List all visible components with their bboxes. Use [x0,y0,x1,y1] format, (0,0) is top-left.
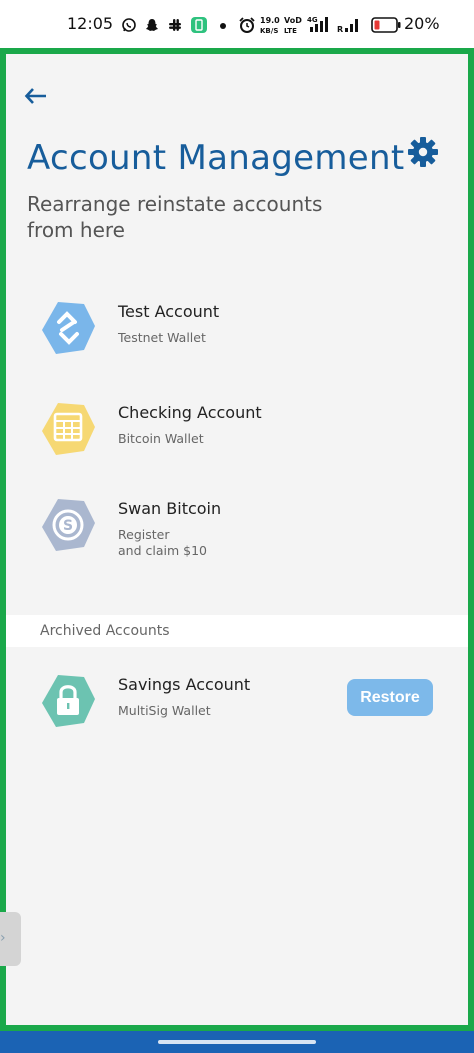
lock-icon [42,675,95,727]
account-name: Checking Account [118,403,262,422]
account-type: MultiSig Wallet [118,703,211,718]
account-name: Swan Bitcoin [118,499,222,518]
alarm-icon [239,17,255,33]
page-title: Account Management [27,138,405,178]
slack-icon [169,19,181,31]
account-name: Savings Account [118,675,251,694]
gesture-handle[interactable] [158,1040,316,1044]
test-wallet-icon [42,302,95,354]
battery-percent: 20% [404,14,440,33]
svg-text:R: R [337,25,343,33]
svg-text:S: S [63,518,73,534]
signal-icon: 4G [307,16,328,32]
app-icon [191,17,207,33]
roaming-signal-icon: R [337,19,358,33]
account-item-checking[interactable]: Checking Account Bitcoin Wallet [40,401,460,471]
chevron-right-icon: › [0,930,6,946]
arrow-left-icon [24,88,46,104]
back-button[interactable] [24,84,50,108]
snapchat-icon [146,19,158,31]
dot-icon [220,23,226,29]
whatsapp-icon [122,18,136,32]
net-speed-value: 19.0 [260,16,280,25]
volte-top: VoD [284,16,302,25]
settings-button[interactable] [406,135,440,169]
account-type: Register and claim $10 [118,527,207,558]
battery-icon [371,17,401,33]
account-item-test[interactable]: Test Account Testnet Wallet [40,300,460,370]
gear-icon [408,137,438,167]
edge-panel-handle[interactable]: › [0,912,21,966]
account-type: Bitcoin Wallet [118,431,204,446]
archived-section-label: Archived Accounts [40,623,170,639]
account-item-swan[interactable]: S Swan Bitcoin Register and claim $10 [40,497,460,567]
net-speed-unit: KB/S [260,27,279,35]
calculator-icon [42,403,95,455]
page-subtitle: Rearrange reinstate accounts from here [27,192,323,242]
archived-section-header: Archived Accounts [6,615,468,647]
swan-icon: S [42,499,95,551]
svg-text:4G: 4G [307,16,318,24]
status-time: 12:05 [67,14,114,33]
account-type: Testnet Wallet [118,330,206,345]
account-name: Test Account [118,302,220,321]
volte-bottom: LTE [284,27,297,35]
restore-button[interactable]: Restore [347,679,433,716]
status-bar: 12:05 19.0 KB/S VoD LTE 4G R 20% [0,0,474,48]
